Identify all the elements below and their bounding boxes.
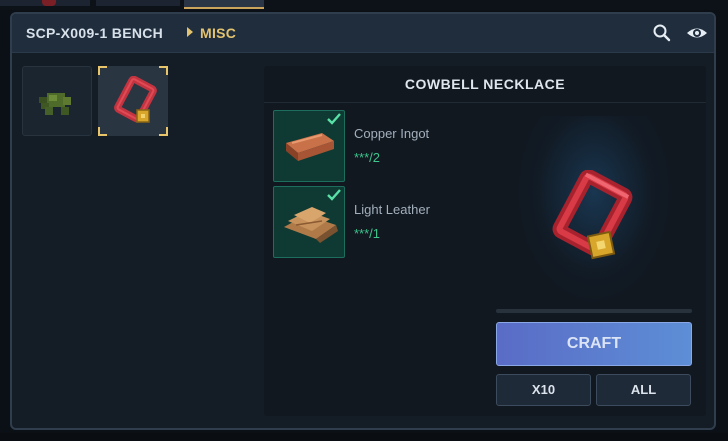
check-icon xyxy=(327,188,341,206)
bottom-strip xyxy=(0,433,728,441)
item-slot-cowbell-necklace[interactable] xyxy=(98,66,168,136)
craft-all-button[interactable]: ALL xyxy=(596,374,691,406)
selection-corner xyxy=(98,66,107,75)
ingredient-count: ***/1 xyxy=(354,226,381,241)
recipe-panel: COWBELL NECKLACE Copper Ingot ***/2 Ligh… xyxy=(264,66,706,416)
craft-button[interactable]: CRAFT xyxy=(496,322,692,366)
cowbell-necklace-icon xyxy=(546,169,646,275)
item-slot-turtle[interactable] xyxy=(22,66,92,136)
selection-corner xyxy=(159,66,168,75)
selection-corner xyxy=(159,127,168,136)
window-header: SCP-X009-1 BENCH MISC xyxy=(12,14,714,53)
crafting-window: SCP-X009-1 BENCH MISC COWBELL NECKLACE C… xyxy=(10,12,716,430)
ingredient-name: Light Leather xyxy=(354,202,430,217)
ingredient-name: Copper Ingot xyxy=(354,126,430,141)
craft-progress-bar xyxy=(496,309,692,313)
copper-ingot-icon xyxy=(282,125,338,172)
active-tab[interactable] xyxy=(184,0,264,9)
breadcrumb-category: MISC xyxy=(200,25,237,41)
tab-background[interactable] xyxy=(96,0,180,6)
breadcrumb-arrow-icon xyxy=(187,27,193,37)
breadcrumb-bench[interactable]: SCP-X009-1 BENCH xyxy=(26,25,163,41)
cowbell-necklace-icon xyxy=(112,75,158,133)
recipe-title: COWBELL NECKLACE xyxy=(264,66,706,103)
craft-x10-button[interactable]: X10 xyxy=(496,374,591,406)
eye-icon[interactable] xyxy=(685,23,709,43)
search-icon[interactable] xyxy=(652,23,672,43)
selection-corner xyxy=(98,127,107,136)
ingredient-slot-copper-ingot[interactable] xyxy=(273,110,345,182)
light-leather-icon xyxy=(282,205,340,250)
ingredient-count: ***/2 xyxy=(354,150,381,165)
tab-icon xyxy=(42,0,56,6)
turtle-icon xyxy=(37,87,79,124)
top-tab-strip xyxy=(0,0,728,10)
ingredient-slot-light-leather[interactable] xyxy=(273,186,345,258)
check-icon xyxy=(327,112,341,130)
